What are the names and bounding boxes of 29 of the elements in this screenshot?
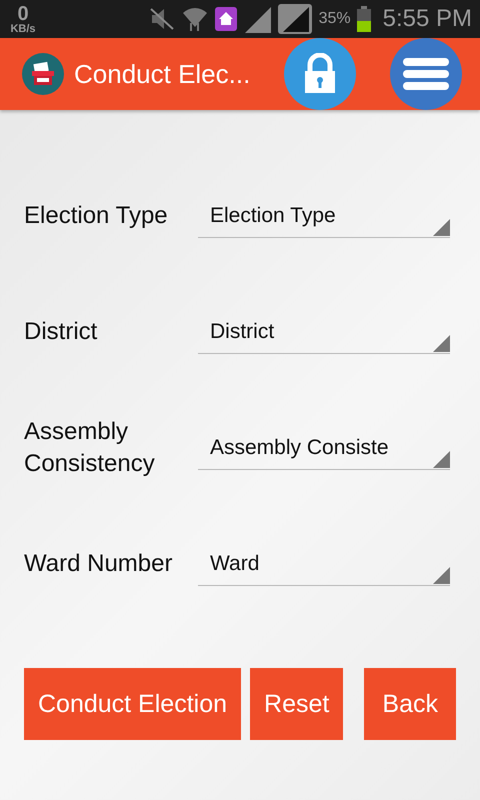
- home-icon: [214, 7, 237, 31]
- dropdown[interactable]: District: [198, 310, 450, 354]
- dropdown-corner-icon: [433, 335, 450, 352]
- action-button[interactable]: Conduct Election: [24, 668, 242, 740]
- action-button[interactable]: Back: [364, 668, 456, 740]
- dropdown[interactable]: Election Type: [198, 194, 450, 238]
- dropdown[interactable]: Ward: [198, 542, 450, 586]
- data-speed: 0: [17, 4, 29, 24]
- app-title: Conduct Elec...: [74, 58, 250, 90]
- signal-icon: [276, 3, 313, 35]
- menu-icon: [402, 57, 450, 91]
- speed-unit: KB/s: [10, 24, 36, 34]
- field-label: District: [24, 317, 98, 347]
- field-label: Assembly Consistency: [24, 417, 156, 479]
- signal-icon: [242, 5, 271, 33]
- dropdown-corner-icon: [433, 567, 450, 584]
- mute-icon: [148, 6, 175, 32]
- lock-icon: [303, 53, 337, 95]
- ballot-box-icon: [22, 53, 64, 95]
- field-label: Ward Number: [24, 549, 174, 579]
- dropdown[interactable]: Assembly Consiste: [198, 426, 450, 470]
- action-button[interactable]: Reset: [250, 668, 344, 740]
- battery-level: 35%: [318, 10, 351, 28]
- dropdown-corner-icon: [433, 451, 450, 468]
- dropdown-corner-icon: [433, 219, 450, 236]
- clock: 5:55 PM: [382, 5, 472, 33]
- field-label: Election Type: [24, 201, 169, 231]
- battery-icon: [356, 6, 371, 32]
- wifi-icon: [180, 5, 209, 33]
